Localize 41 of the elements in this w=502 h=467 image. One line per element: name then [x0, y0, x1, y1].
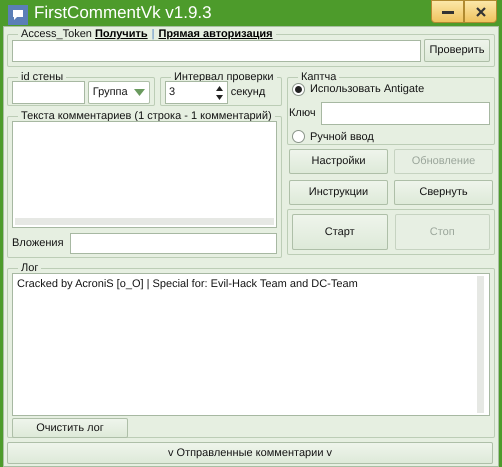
minimize-button[interactable]: [431, 0, 464, 23]
attachments-label: Вложения: [12, 236, 64, 252]
close-icon: [474, 6, 486, 18]
unit-label: секунд: [230, 85, 266, 100]
group-label: id стены: [20, 71, 64, 84]
type-dropdown[interactable]: Группа: [88, 81, 150, 104]
dropdown-arrow-icon: [134, 89, 145, 96]
group-label: Access_Token: [21, 28, 92, 40]
token-field[interactable]: [12, 40, 422, 62]
radio-button[interactable]: [292, 130, 305, 144]
action-button[interactable]: Инструкции: [289, 180, 388, 205]
start-button[interactable]: Старт: [292, 214, 388, 250]
attachments-field[interactable]: [70, 233, 277, 254]
clear-log-button[interactable]: Очистить лог: [12, 418, 128, 438]
app-icon: [8, 5, 28, 25]
group-label: Каптча: [300, 71, 338, 84]
key-field[interactable]: [320, 102, 490, 124]
group-label: Текста комментариев (1 строка - 1 комментарий): [20, 110, 273, 123]
window-title: FirstCommentVk v1.9.3: [34, 2, 212, 24]
log-line: Cracked by AcroniS [o_O] | Special for: Evil-Hack Team and DC-Team: [17, 277, 358, 292]
action-button[interactable]: Настройки: [289, 149, 388, 174]
wall-id-field[interactable]: [12, 81, 85, 104]
interval-spinner[interactable]: 3: [165, 81, 228, 104]
radio-label: Использовать Antigate: [310, 82, 424, 97]
scrollbar[interactable]: [477, 276, 484, 413]
check-button[interactable]: Проверить: [424, 39, 490, 62]
direct-auth-link[interactable]: Прямая авторизация: [158, 28, 273, 40]
minimize-icon: [442, 10, 454, 14]
key-label: Ключ: [289, 106, 316, 121]
action-button[interactable]: Свернуть: [394, 180, 493, 205]
group-label: Интервал проверки: [173, 71, 275, 84]
radio-button[interactable]: [292, 82, 305, 96]
comments-textarea[interactable]: [12, 121, 277, 228]
get-token-link[interactable]: Получить: [95, 28, 148, 40]
sent-comments-toggle[interactable]: v Отправленные комментарии v: [7, 442, 493, 464]
close-button[interactable]: [464, 0, 497, 23]
group-label: Лог: [20, 262, 40, 275]
separator: |: [152, 28, 154, 40]
log-textarea[interactable]: Cracked by AcroniS [o_O] | Special for: Evil-Hack Team and DC-Team: [12, 273, 490, 416]
scrollbar[interactable]: [15, 218, 274, 225]
radio-label: Ручной ввод: [310, 130, 374, 144]
